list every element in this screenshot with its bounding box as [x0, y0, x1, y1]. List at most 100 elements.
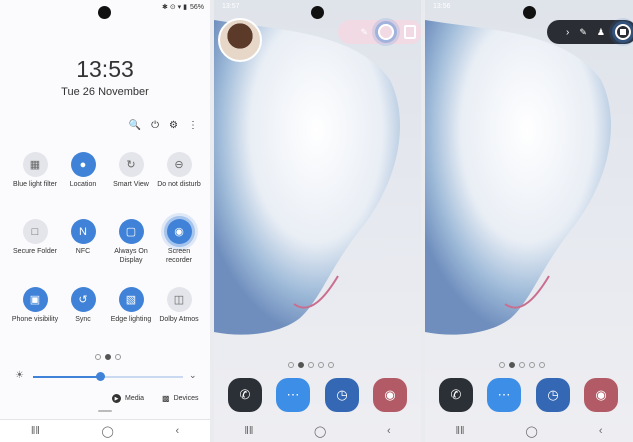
page-dot [308, 362, 314, 368]
phone-app-icon[interactable]: ✆ [439, 378, 473, 412]
clock-app-icon[interactable]: ◷ [325, 378, 359, 412]
battery-level: 56% [189, 3, 204, 11]
back-icon[interactable]: ‹ [387, 425, 391, 437]
page-dot [105, 354, 111, 360]
power-icon[interactable]: ⏻ [151, 120, 159, 131]
camera-hole [98, 6, 111, 19]
record-button[interactable] [378, 24, 394, 40]
messages-app-icon[interactable]: ⋯ [276, 378, 310, 412]
home-page-indicator [499, 362, 545, 368]
wallpaper-art [425, 20, 611, 335]
tile-label: Location [69, 181, 97, 188]
tile-label: Always On Display [114, 248, 148, 264]
display-icon: ▢ [118, 219, 144, 244]
wallpaper [425, 0, 633, 442]
quick-panel-tools: 🔍 ⏻ ⚙ ⋮ [129, 120, 198, 131]
nfc-icon: N [70, 219, 96, 244]
tile-label: Do not disturb [157, 181, 201, 188]
camera-app-icon[interactable]: ◉ [373, 378, 407, 412]
devices-label: Devices [173, 395, 199, 402]
tile-label: Dolby Atmos [159, 316, 199, 323]
panel-handle[interactable] [98, 410, 112, 412]
page-dot [509, 362, 515, 368]
home-icon[interactable]: ◯ [102, 425, 114, 438]
navigation-bar: ‖‖ ◯ ‹ [214, 420, 421, 442]
search-icon[interactable]: 🔍 [129, 120, 141, 131]
tile-blue-light-filter[interactable]: ▦ Blue light filter [11, 152, 59, 189]
back-icon[interactable]: ‹ [176, 425, 180, 437]
blue-light-icon: ▦ [22, 152, 48, 177]
tile-label: Phone visibility [11, 316, 59, 323]
tile-edge-lighting[interactable]: ▧ Edge lighting [107, 287, 155, 324]
tile-phone-visibility[interactable]: ▣ Phone visibility [11, 287, 59, 324]
page-dot [499, 362, 505, 368]
wallpaper-art [214, 20, 400, 335]
status-time: 13:57 [222, 3, 240, 10]
edge-lighting-icon: ▧ [118, 287, 144, 312]
status-bar: 13:56 [433, 3, 451, 10]
messages-app-icon[interactable]: ⋯ [487, 378, 521, 412]
home-icon[interactable]: ◯ [314, 425, 326, 438]
folder-icon: □ [22, 219, 48, 244]
pencil-icon[interactable]: ✎ [579, 27, 587, 38]
stop-icon[interactable] [404, 25, 416, 39]
camera-app-icon[interactable]: ◉ [584, 378, 618, 412]
page-dot [519, 362, 525, 368]
person-icon[interactable]: ♟ [597, 27, 605, 38]
tile-sync[interactable]: ↺ Sync [59, 287, 107, 324]
tile-label: Edge lighting [110, 316, 152, 323]
quick-panel-page-indicator [95, 354, 121, 360]
tile-nfc[interactable]: N NFC [59, 219, 107, 256]
tile-screen-recorder[interactable]: ◉ Screen recorder [155, 219, 203, 265]
collapse-chevron-icon[interactable]: › [566, 27, 569, 38]
recents-icon[interactable]: ‖‖ [31, 425, 40, 437]
tile-always-on-display[interactable]: ▢ Always On Display [107, 219, 155, 265]
page-dot [115, 354, 121, 360]
media-label: Media [125, 395, 145, 402]
home-icon[interactable]: ◯ [526, 425, 538, 438]
tile-label: Screen recorder [165, 248, 193, 264]
sun-icon: ☀ [15, 370, 24, 381]
selfie-video-overlay[interactable] [218, 18, 262, 62]
phone-app-icon[interactable]: ✆ [228, 378, 262, 412]
camera-hole [523, 6, 536, 19]
recording-home-screen: 13:57 ✎ ✆ ⋯ ◷ ◉ ‖‖ ◯ ‹ [214, 0, 421, 442]
camera-hole [311, 6, 324, 19]
clock-app-icon[interactable]: ◷ [536, 378, 570, 412]
brightness-fill [33, 376, 101, 378]
smart-view-icon: ↻ [118, 152, 144, 177]
tile-do-not-disturb[interactable]: ⊖ Do not disturb [155, 152, 203, 189]
brightness-slider[interactable] [33, 372, 183, 381]
chevron-down-icon[interactable]: ⌄ [189, 370, 197, 381]
recents-icon[interactable]: ‖‖ [244, 425, 253, 437]
screen-recorder-icon: ◉ [166, 219, 192, 244]
dolby-icon: ◫ [166, 287, 192, 312]
page-dot [298, 362, 304, 368]
clock-time: 13:53 [76, 56, 134, 82]
stop-record-button[interactable] [615, 24, 631, 40]
brightness-knob[interactable] [96, 372, 105, 381]
devices-button[interactable]: ▩ Devices [162, 394, 198, 403]
status-icons: ✱ ⊙ ▾ ▮ [162, 4, 187, 11]
tile-dolby-atmos[interactable]: ◫ Dolby Atmos [155, 287, 203, 324]
tile-label: Smart View [113, 181, 149, 188]
recents-icon[interactable]: ‖‖ [455, 425, 464, 437]
pencil-icon[interactable]: ✎ [360, 27, 368, 38]
page-dot [318, 362, 324, 368]
recorder-toolbar: ✎ [338, 20, 421, 44]
page-dot [539, 362, 545, 368]
tile-location[interactable]: ● Location [59, 152, 107, 189]
tile-smart-view[interactable]: ↻ Smart View [107, 152, 155, 189]
devices-icon: ▩ [162, 394, 170, 403]
status-bar: ✱ ⊙ ▾ ▮ 56% [162, 3, 204, 12]
navigation-bar: ‖‖ ◯ ‹ [425, 420, 633, 442]
gear-icon[interactable]: ⚙ [169, 120, 178, 131]
tile-label: Blue light filter [13, 181, 57, 188]
media-button[interactable]: ▶ Media [112, 394, 144, 403]
tile-secure-folder[interactable]: □ Secure Folder [11, 219, 59, 256]
wallpaper [214, 0, 421, 442]
recording-toolbar-screen: 13:56 › ✎ ♟ ✆ ⋯ ◷ ◉ ‖‖ ◯ ‹ [425, 0, 633, 442]
more-icon[interactable]: ⋮ [188, 120, 198, 131]
status-time: 13:56 [433, 3, 451, 10]
back-icon[interactable]: ‹ [599, 425, 603, 437]
